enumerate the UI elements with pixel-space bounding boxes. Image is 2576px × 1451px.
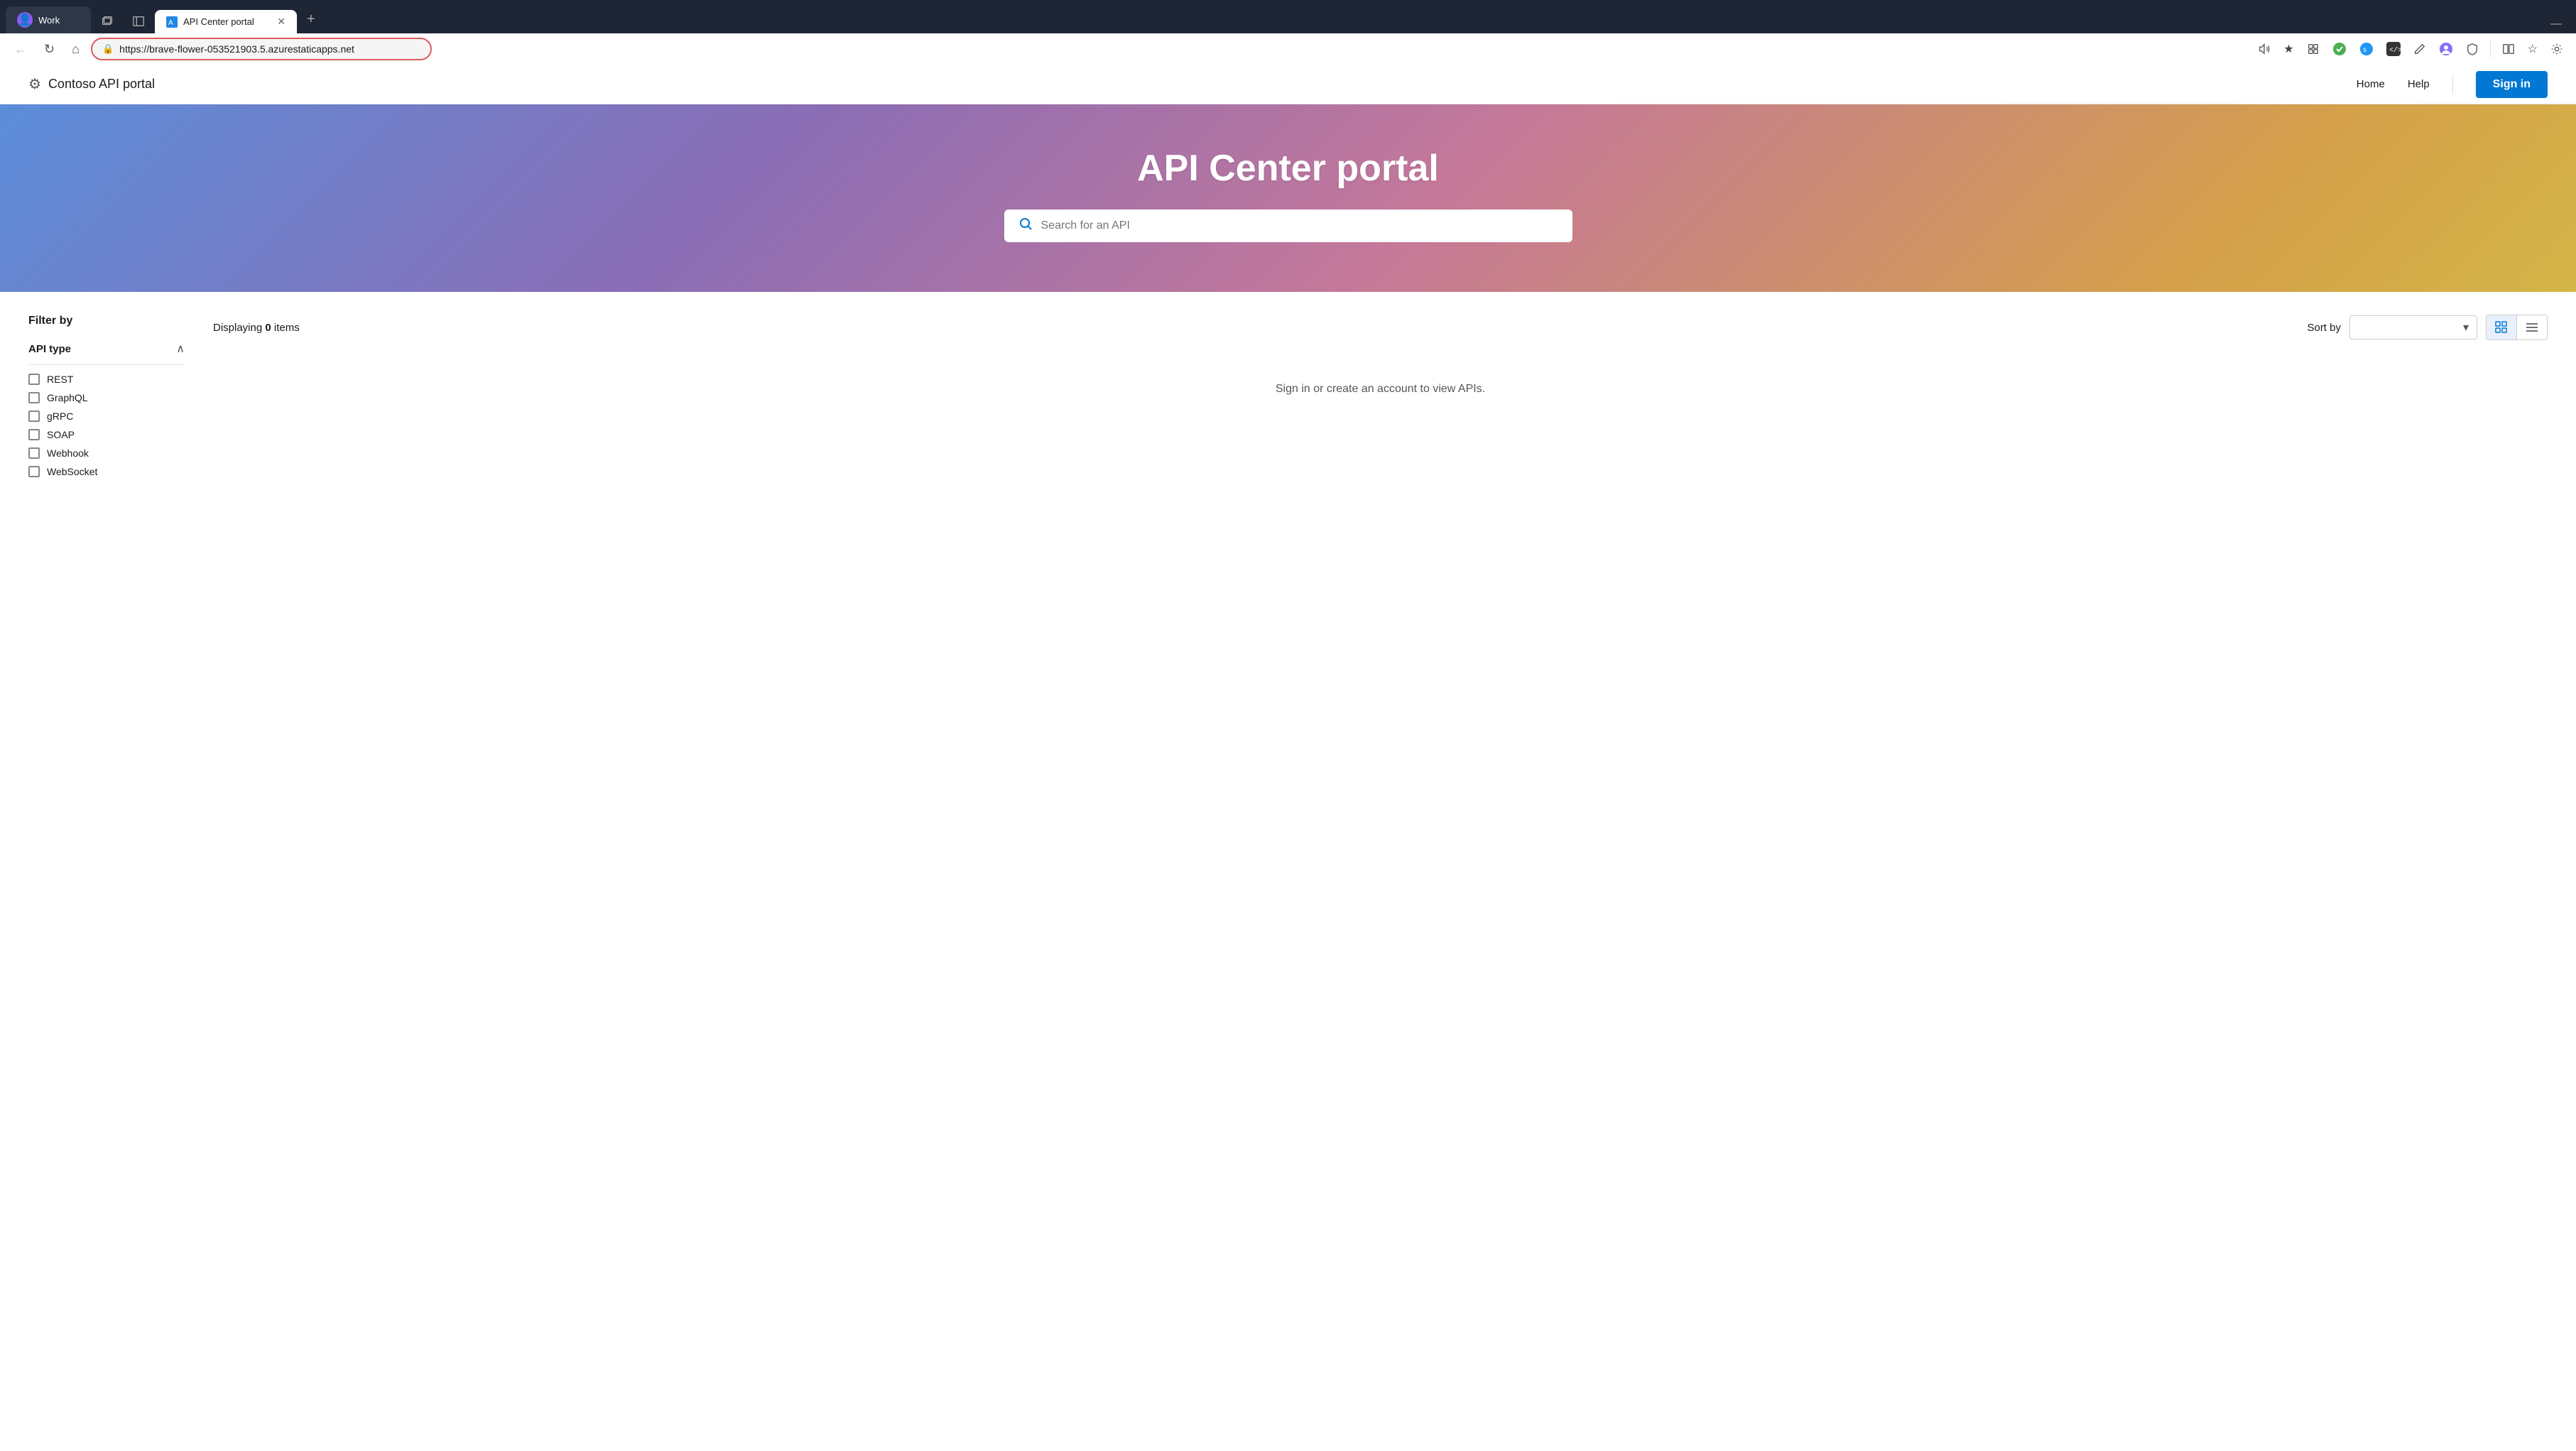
active-tab-title: API Center portal xyxy=(183,16,254,27)
read-aloud-button[interactable] xyxy=(2254,38,2275,60)
split-view-button[interactable] xyxy=(2498,38,2519,60)
profile-tab-label: Work xyxy=(38,15,60,26)
tab-stack-icon[interactable] xyxy=(92,9,122,33)
filter-item-webhook[interactable]: Webhook xyxy=(28,447,185,459)
window-controls: — xyxy=(2536,15,2576,33)
view-toggle xyxy=(2486,315,2548,340)
svg-text:</>: </> xyxy=(2389,46,2401,55)
sidebar: Filter by API type ∧ REST GraphQL gRPC xyxy=(28,315,185,553)
empty-message: Sign in or create an account to view API… xyxy=(213,383,2548,396)
filter-item-rest[interactable]: REST xyxy=(28,374,185,385)
filter-checkbox-grpc[interactable] xyxy=(28,411,40,422)
filter-item-graphql[interactable]: GraphQL xyxy=(28,392,185,403)
hero-search-icon xyxy=(1018,217,1033,235)
shield-button[interactable] xyxy=(2462,38,2483,60)
logo-icon: ⚙ xyxy=(28,75,41,93)
tab-bar: 👤 Work A API Center p xyxy=(0,0,2576,33)
displaying-count: Displaying 0 items xyxy=(213,322,300,334)
filter-checkbox-rest[interactable] xyxy=(28,374,40,385)
active-tab[interactable]: A API Center portal ✕ xyxy=(155,10,297,33)
minimize-button[interactable]: — xyxy=(2545,15,2567,33)
back-button[interactable]: ← xyxy=(9,38,33,60)
filter-label-rest: REST xyxy=(47,374,73,385)
lock-icon: 🔒 xyxy=(102,43,114,55)
filter-label-websocket: WebSocket xyxy=(47,466,97,477)
api-search-input[interactable] xyxy=(1041,219,1558,232)
signin-button[interactable]: Sign in xyxy=(2476,71,2548,98)
profile-avatar: 👤 xyxy=(17,12,33,28)
favorites-bar-button[interactable]: ☆ xyxy=(2523,38,2542,60)
browser-chrome: 👤 Work A API Center p xyxy=(0,0,2576,65)
profile-tab[interactable]: 👤 Work xyxy=(6,6,91,33)
main-content: Filter by API type ∧ REST GraphQL gRPC xyxy=(0,292,2576,576)
filter-header: Filter by xyxy=(28,315,185,327)
grid-view-button[interactable] xyxy=(2487,315,2516,339)
hero-banner: API Center portal xyxy=(0,104,2576,292)
sidebar-toggle-icon[interactable] xyxy=(124,9,153,33)
page-wrapper: ⚙ Contoso API portal Home Help Sign in A… xyxy=(0,65,2576,1451)
filter-label-soap: SOAP xyxy=(47,429,75,440)
api-type-section-label: API type xyxy=(28,343,71,355)
collections-button[interactable] xyxy=(2303,38,2324,60)
edit-button[interactable] xyxy=(2409,38,2430,60)
content-area: Displaying 0 items Sort by Name Date Cre… xyxy=(213,315,2548,553)
filter-checkbox-graphql[interactable] xyxy=(28,392,40,403)
browser-toolbar: ← ↻ ⌂ 🔒 ★ xyxy=(0,33,2576,65)
nav-divider xyxy=(2452,75,2453,94)
extension3-button[interactable]: </> xyxy=(2382,38,2405,60)
refresh-button[interactable]: ↻ xyxy=(38,38,60,60)
filter-section-title: API type ∧ xyxy=(28,342,185,365)
extension1-button[interactable] xyxy=(2328,38,2351,60)
filter-checkbox-webhook[interactable] xyxy=(28,447,40,459)
list-view-button[interactable] xyxy=(2516,315,2547,339)
app-logo: ⚙ Contoso API portal xyxy=(28,75,155,93)
filter-label-graphql: GraphQL xyxy=(47,392,88,403)
svg-text:s: s xyxy=(2363,46,2366,54)
home-button[interactable]: ⌂ xyxy=(66,38,85,60)
url-input[interactable] xyxy=(119,43,420,55)
home-nav-link[interactable]: Home xyxy=(2357,78,2385,90)
filter-list: REST GraphQL gRPC SOAP Webhook xyxy=(28,374,185,477)
filter-section-toggle[interactable]: ∧ xyxy=(176,342,185,356)
app-header: ⚙ Contoso API portal Home Help Sign in xyxy=(0,65,2576,104)
toolbar-divider xyxy=(2490,40,2491,58)
svg-text:A: A xyxy=(168,19,173,27)
address-bar[interactable]: 🔒 xyxy=(91,38,432,60)
filter-item-grpc[interactable]: gRPC xyxy=(28,411,185,422)
profile-button[interactable] xyxy=(2435,38,2457,60)
extension2-button[interactable]: s xyxy=(2355,38,2378,60)
new-tab-button[interactable]: + xyxy=(298,6,324,33)
hero-title: API Center portal xyxy=(28,147,2548,190)
filter-item-soap[interactable]: SOAP xyxy=(28,429,185,440)
sort-label: Sort by xyxy=(2307,322,2341,334)
filter-checkbox-soap[interactable] xyxy=(28,429,40,440)
filter-label-grpc: gRPC xyxy=(47,411,73,422)
settings-button[interactable] xyxy=(2546,38,2567,60)
item-count: 0 xyxy=(265,322,271,334)
app-nav: Home Help Sign in xyxy=(2357,71,2548,98)
filter-label-webhook: Webhook xyxy=(47,447,89,459)
sort-section: Sort by Name Date Created Date Modified xyxy=(2307,315,2548,340)
tab-close-button[interactable]: ✕ xyxy=(277,16,286,28)
hero-search-bar xyxy=(1004,210,1572,242)
favorites-button[interactable]: ★ xyxy=(2279,38,2298,60)
filter-item-websocket[interactable]: WebSocket xyxy=(28,466,185,477)
sort-select-wrapper: Name Date Created Date Modified xyxy=(2349,315,2477,339)
filter-checkbox-websocket[interactable] xyxy=(28,466,40,477)
toolbar-right: ★ s xyxy=(2254,38,2567,60)
help-nav-link[interactable]: Help xyxy=(2408,78,2430,90)
sort-select[interactable]: Name Date Created Date Modified xyxy=(2349,315,2477,339)
tab-favicon: A xyxy=(166,16,178,28)
content-toolbar: Displaying 0 items Sort by Name Date Cre… xyxy=(213,315,2548,340)
app-title: Contoso API portal xyxy=(48,77,155,92)
